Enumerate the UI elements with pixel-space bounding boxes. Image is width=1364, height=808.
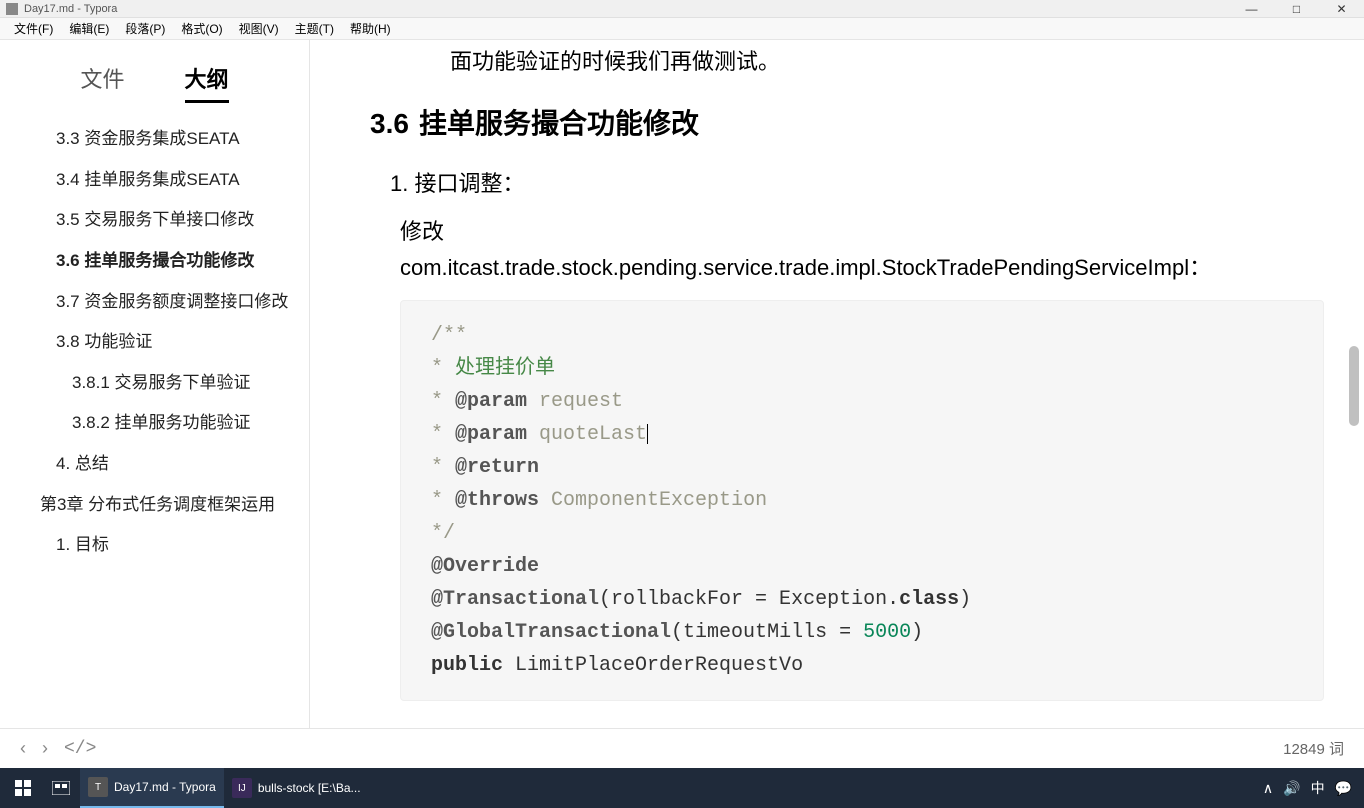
section-heading[interactable]: 3.6 挂单服务撮合功能修改 bbox=[370, 102, 1324, 142]
taskbar-item-typora[interactable]: T Day17.md - Typora bbox=[80, 768, 224, 808]
code-doctag: @param bbox=[455, 390, 527, 413]
text-cursor bbox=[647, 424, 648, 444]
outline-item[interactable]: 3.8.1 交易服务下单验证 bbox=[40, 363, 289, 404]
code-line: * bbox=[431, 390, 455, 413]
source-mode-icon[interactable]: </> bbox=[64, 739, 96, 759]
task-view-button[interactable] bbox=[42, 768, 80, 808]
code-doctag: @return bbox=[455, 456, 539, 479]
window-controls: — □ ✕ bbox=[1229, 0, 1364, 18]
scrollbar-thumb[interactable] bbox=[1349, 346, 1359, 426]
outline-item[interactable]: 3.4 挂单服务集成SEATA bbox=[40, 160, 289, 201]
intellij-icon: IJ bbox=[232, 778, 252, 798]
tab-outline[interactable]: 大纲 bbox=[185, 62, 229, 103]
code-line: * bbox=[431, 489, 455, 512]
editor-content[interactable]: 面功能验证的时候我们再做测试。 3.6 挂单服务撮合功能修改 1. 接口调整： 修… bbox=[310, 40, 1364, 728]
nav-back-icon[interactable]: ‹ bbox=[20, 738, 26, 759]
code-line: */ bbox=[431, 522, 455, 545]
menu-format[interactable]: 格式(O) bbox=[173, 18, 230, 39]
code-doc: 处理挂价单 bbox=[455, 357, 555, 380]
system-tray: ∧ 🔊 中 💬 bbox=[1263, 778, 1360, 798]
taskview-icon bbox=[52, 781, 70, 795]
code-block[interactable]: /** * 处理挂价单 * @param request * @param qu… bbox=[400, 300, 1324, 701]
taskbar: T Day17.md - Typora IJ bulls-stock [E:\B… bbox=[0, 768, 1364, 808]
close-button[interactable]: ✕ bbox=[1319, 0, 1364, 18]
heading-number: 3.6 bbox=[370, 108, 409, 139]
outline-item-chapter[interactable]: 第3章 分布式任务调度框架运用 bbox=[40, 485, 289, 526]
app-icon bbox=[6, 3, 18, 15]
notifications-icon[interactable]: 💬 bbox=[1335, 780, 1352, 797]
sidebar: 文件 大纲 3.3 资金服务集成SEATA 3.4 挂单服务集成SEATA 3.… bbox=[0, 40, 310, 728]
tray-expand-icon[interactable]: ∧ bbox=[1263, 780, 1273, 797]
sound-icon[interactable]: 🔊 bbox=[1283, 780, 1300, 797]
word-count[interactable]: 12849 词 bbox=[1283, 738, 1344, 759]
code-param: request bbox=[527, 390, 623, 413]
taskbar-label: Day17.md - Typora bbox=[114, 780, 216, 794]
code-doctag: @param bbox=[455, 423, 527, 446]
outline-item[interactable]: 3.7 资金服务额度调整接口修改 bbox=[40, 282, 289, 323]
menu-file[interactable]: 文件(F) bbox=[6, 18, 61, 39]
start-button[interactable] bbox=[4, 768, 42, 808]
maximize-button[interactable]: □ bbox=[1274, 0, 1319, 18]
code-classname: LimitPlaceOrderRequestVo bbox=[503, 654, 803, 677]
outline-item[interactable]: 3.8 功能验证 bbox=[40, 322, 289, 363]
menu-view[interactable]: 视图(V) bbox=[231, 18, 287, 39]
code-param: quoteLast bbox=[527, 423, 647, 446]
intro-text[interactable]: 面功能验证的时候我们再做测试。 bbox=[450, 44, 1324, 76]
paragraph[interactable]: 修改 bbox=[400, 214, 1324, 246]
nav-forward-icon[interactable]: › bbox=[42, 738, 48, 759]
code-exception: ComponentException bbox=[539, 489, 767, 512]
code-number: 5000 bbox=[863, 621, 911, 644]
heading-text: 挂单服务撮合功能修改 bbox=[419, 108, 699, 139]
main-container: 文件 大纲 3.3 资金服务集成SEATA 3.4 挂单服务集成SEATA 3.… bbox=[0, 40, 1364, 728]
title-bar: Day17.md - Typora — □ ✕ bbox=[0, 0, 1364, 18]
menu-help[interactable]: 帮助(H) bbox=[342, 18, 399, 39]
minimize-button[interactable]: — bbox=[1229, 0, 1274, 18]
typora-icon: T bbox=[88, 777, 108, 797]
classpath-text[interactable]: com.itcast.trade.stock.pending.service.t… bbox=[400, 250, 1324, 282]
outline-item[interactable]: 3.8.2 挂单服务功能验证 bbox=[40, 403, 289, 444]
code-text: (timeoutMills = bbox=[671, 621, 863, 644]
outline-item[interactable]: 1. 目标 bbox=[40, 525, 289, 566]
code-annotation: @Override bbox=[431, 555, 539, 578]
window-title: Day17.md - Typora bbox=[24, 3, 117, 15]
taskbar-label: bulls-stock [E:\Ba... bbox=[258, 781, 361, 795]
sidebar-tabs: 文件 大纲 bbox=[0, 52, 309, 111]
outline-list[interactable]: 3.3 资金服务集成SEATA 3.4 挂单服务集成SEATA 3.5 交易服务… bbox=[0, 111, 309, 728]
menu-theme[interactable]: 主题(T) bbox=[287, 18, 342, 39]
code-annotation: @GlobalTransactional bbox=[431, 621, 671, 644]
taskbar-item-idea[interactable]: IJ bulls-stock [E:\Ba... bbox=[224, 768, 369, 808]
code-line: * bbox=[431, 357, 455, 380]
menu-edit[interactable]: 编辑(E) bbox=[61, 18, 117, 39]
code-text: ) bbox=[959, 588, 971, 611]
code-keyword: public bbox=[431, 654, 503, 677]
outline-item-active[interactable]: 3.6 挂单服务撮合功能修改 bbox=[40, 241, 289, 282]
outline-item[interactable]: 3.5 交易服务下单接口修改 bbox=[40, 200, 289, 241]
status-left: ‹ › </> bbox=[20, 738, 96, 759]
code-line: * bbox=[431, 423, 455, 446]
code-text: ) bbox=[911, 621, 923, 644]
menu-paragraph[interactable]: 段落(P) bbox=[117, 18, 173, 39]
code-keyword: class bbox=[899, 588, 959, 611]
menu-bar: 文件(F) 编辑(E) 段落(P) 格式(O) 视图(V) 主题(T) 帮助(H… bbox=[0, 18, 1364, 40]
list-item[interactable]: 1. 接口调整： bbox=[390, 166, 1324, 198]
list-label: 1. 接口调整： bbox=[390, 171, 524, 196]
windows-icon bbox=[15, 780, 31, 796]
tab-files[interactable]: 文件 bbox=[80, 62, 124, 103]
code-line: * bbox=[431, 456, 455, 479]
code-text: (rollbackFor = Exception. bbox=[599, 588, 899, 611]
ime-icon[interactable]: 中 bbox=[1311, 778, 1325, 798]
outline-item[interactable]: 4. 总结 bbox=[40, 444, 289, 485]
outline-item[interactable]: 3.3 资金服务集成SEATA bbox=[40, 119, 289, 160]
code-annotation: @Transactional bbox=[431, 588, 599, 611]
status-bar: ‹ › </> 12849 词 bbox=[0, 728, 1364, 768]
code-doctag: @throws bbox=[455, 489, 539, 512]
code-line: /** bbox=[431, 324, 467, 347]
